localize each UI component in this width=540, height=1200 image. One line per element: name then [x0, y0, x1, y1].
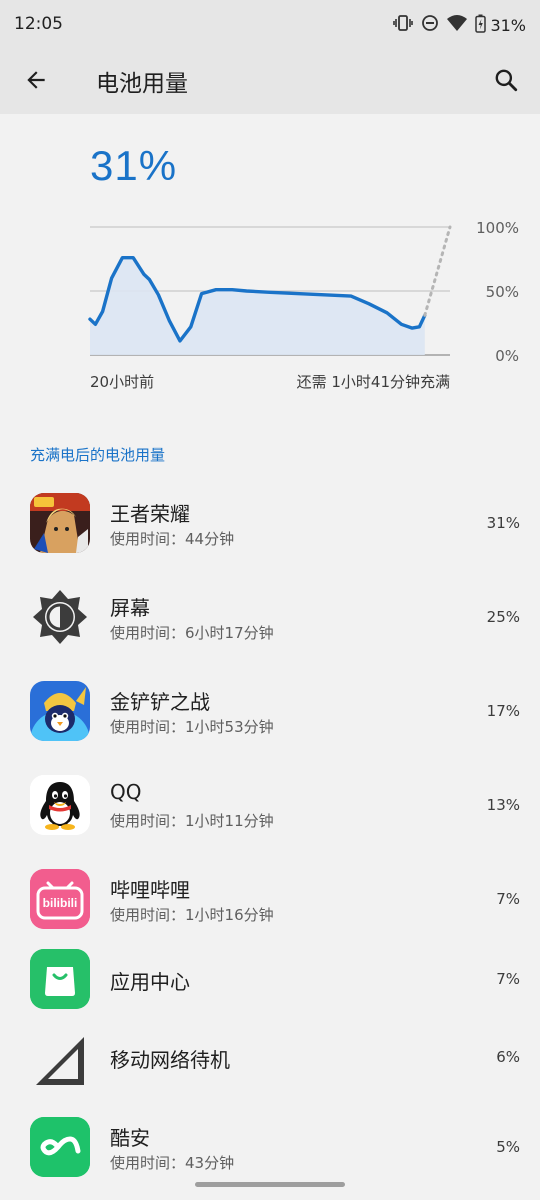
usage-row-time: 使用时间：1小时16分钟: [110, 906, 274, 924]
status-bar: 12:05 31%: [0, 0, 540, 48]
usage-row-name: 移动网络待机: [110, 1048, 230, 1072]
bilibili-app-icon: bilibili: [30, 869, 90, 929]
status-icons: 31%: [393, 13, 526, 37]
arrow-back-icon: [27, 71, 45, 89]
screen-brightness-icon: [30, 587, 90, 647]
usage-row-time: 使用时间：44分钟: [110, 530, 235, 548]
usage-row-golden-spatula[interactable]: 金铲铲之战 使用时间：1小时53分钟 17%: [0, 668, 540, 762]
usage-row-bilibili[interactable]: bilibili 哔哩哔哩 使用时间：1小时16分钟 7%: [0, 856, 540, 950]
usage-row-screen[interactable]: 屏幕 使用时间：6小时17分钟 25%: [0, 574, 540, 668]
chart-y-tick-label: 50%: [486, 283, 519, 301]
honor-of-kings-app-icon: [30, 493, 90, 553]
qq-penguin-app-icon: [30, 775, 90, 835]
usage-row-mobile-standby[interactable]: 移动网络待机 6%: [0, 1032, 540, 1114]
chart-projection-line: [423, 225, 452, 317]
golden-spatula-app-icon: [30, 681, 90, 741]
do-not-disturb-icon: [421, 14, 439, 36]
usage-row-name: 酷安: [110, 1126, 150, 1150]
cell-signal-icon: [30, 1031, 90, 1091]
usage-row-name: 哔哩哔哩: [110, 878, 190, 902]
usage-row-percent: 13%: [486, 796, 520, 814]
usage-row-name: QQ: [110, 780, 142, 804]
chart-x-start-label: 20小时前: [90, 373, 155, 391]
search-button[interactable]: [484, 58, 528, 102]
usage-row-coolapk[interactable]: 酷安 使用时间：43分钟 5%: [0, 1114, 540, 1200]
back-button[interactable]: [14, 58, 58, 102]
usage-row-name: 金铲铲之战: [110, 690, 210, 714]
usage-row-percent: 6%: [496, 1048, 520, 1066]
usage-list: 王者荣耀 使用时间：44分钟 31% 屏幕 使用时间：6小时17分钟 25% 金…: [0, 480, 540, 1200]
vibrate-icon: [393, 13, 414, 37]
battery-usage-chart: 100% 50% 0%: [88, 219, 519, 365]
wifi-icon: [447, 14, 468, 36]
usage-row-name: 应用中心: [110, 970, 190, 994]
usage-row-time: 使用时间：43分钟: [110, 1154, 235, 1172]
app-bar: 电池用量: [0, 48, 540, 114]
usage-row-percent: 5%: [496, 1138, 520, 1156]
gesture-nav-handle[interactable]: [195, 1182, 345, 1187]
usage-row-time: 使用时间：6小时17分钟: [110, 624, 274, 642]
section-title: 充满电后的电池用量: [30, 446, 166, 464]
status-battery-percent: 31%: [490, 15, 526, 35]
search-icon: [495, 69, 518, 92]
usage-row-percent: 7%: [496, 890, 520, 908]
usage-row-qq[interactable]: QQ 使用时间：1小时11分钟 13%: [0, 762, 540, 856]
usage-row-percent: 25%: [486, 608, 520, 626]
usage-row-percent: 7%: [496, 970, 520, 988]
usage-row-honor-of-kings[interactable]: 王者荣耀 使用时间：44分钟 31%: [0, 480, 540, 574]
battery-level: 31%: [90, 142, 178, 189]
app-center-bag-icon: [30, 949, 90, 1009]
coolapk-app-icon: [30, 1117, 90, 1177]
usage-row-name: 王者荣耀: [110, 502, 190, 526]
chart-y-tick-label: 100%: [476, 219, 519, 237]
usage-row-app-center[interactable]: 应用中心 7%: [0, 949, 540, 1032]
chart-x-end-label: 还需 1小时41分钟充满: [296, 373, 450, 391]
usage-row-time: 使用时间：1小时53分钟: [110, 718, 274, 736]
usage-row-percent: 31%: [486, 514, 520, 532]
usage-row-percent: 17%: [486, 702, 520, 720]
chart-y-tick-label: 0%: [495, 347, 519, 365]
svg-text:bilibili: bilibili: [43, 896, 78, 910]
usage-row-name: 屏幕: [110, 596, 150, 620]
page-title: 电池用量: [96, 71, 188, 97]
battery-charging-icon: [475, 14, 487, 37]
usage-row-time: 使用时间：1小时11分钟: [110, 812, 274, 830]
status-time: 12:05: [14, 14, 63, 34]
